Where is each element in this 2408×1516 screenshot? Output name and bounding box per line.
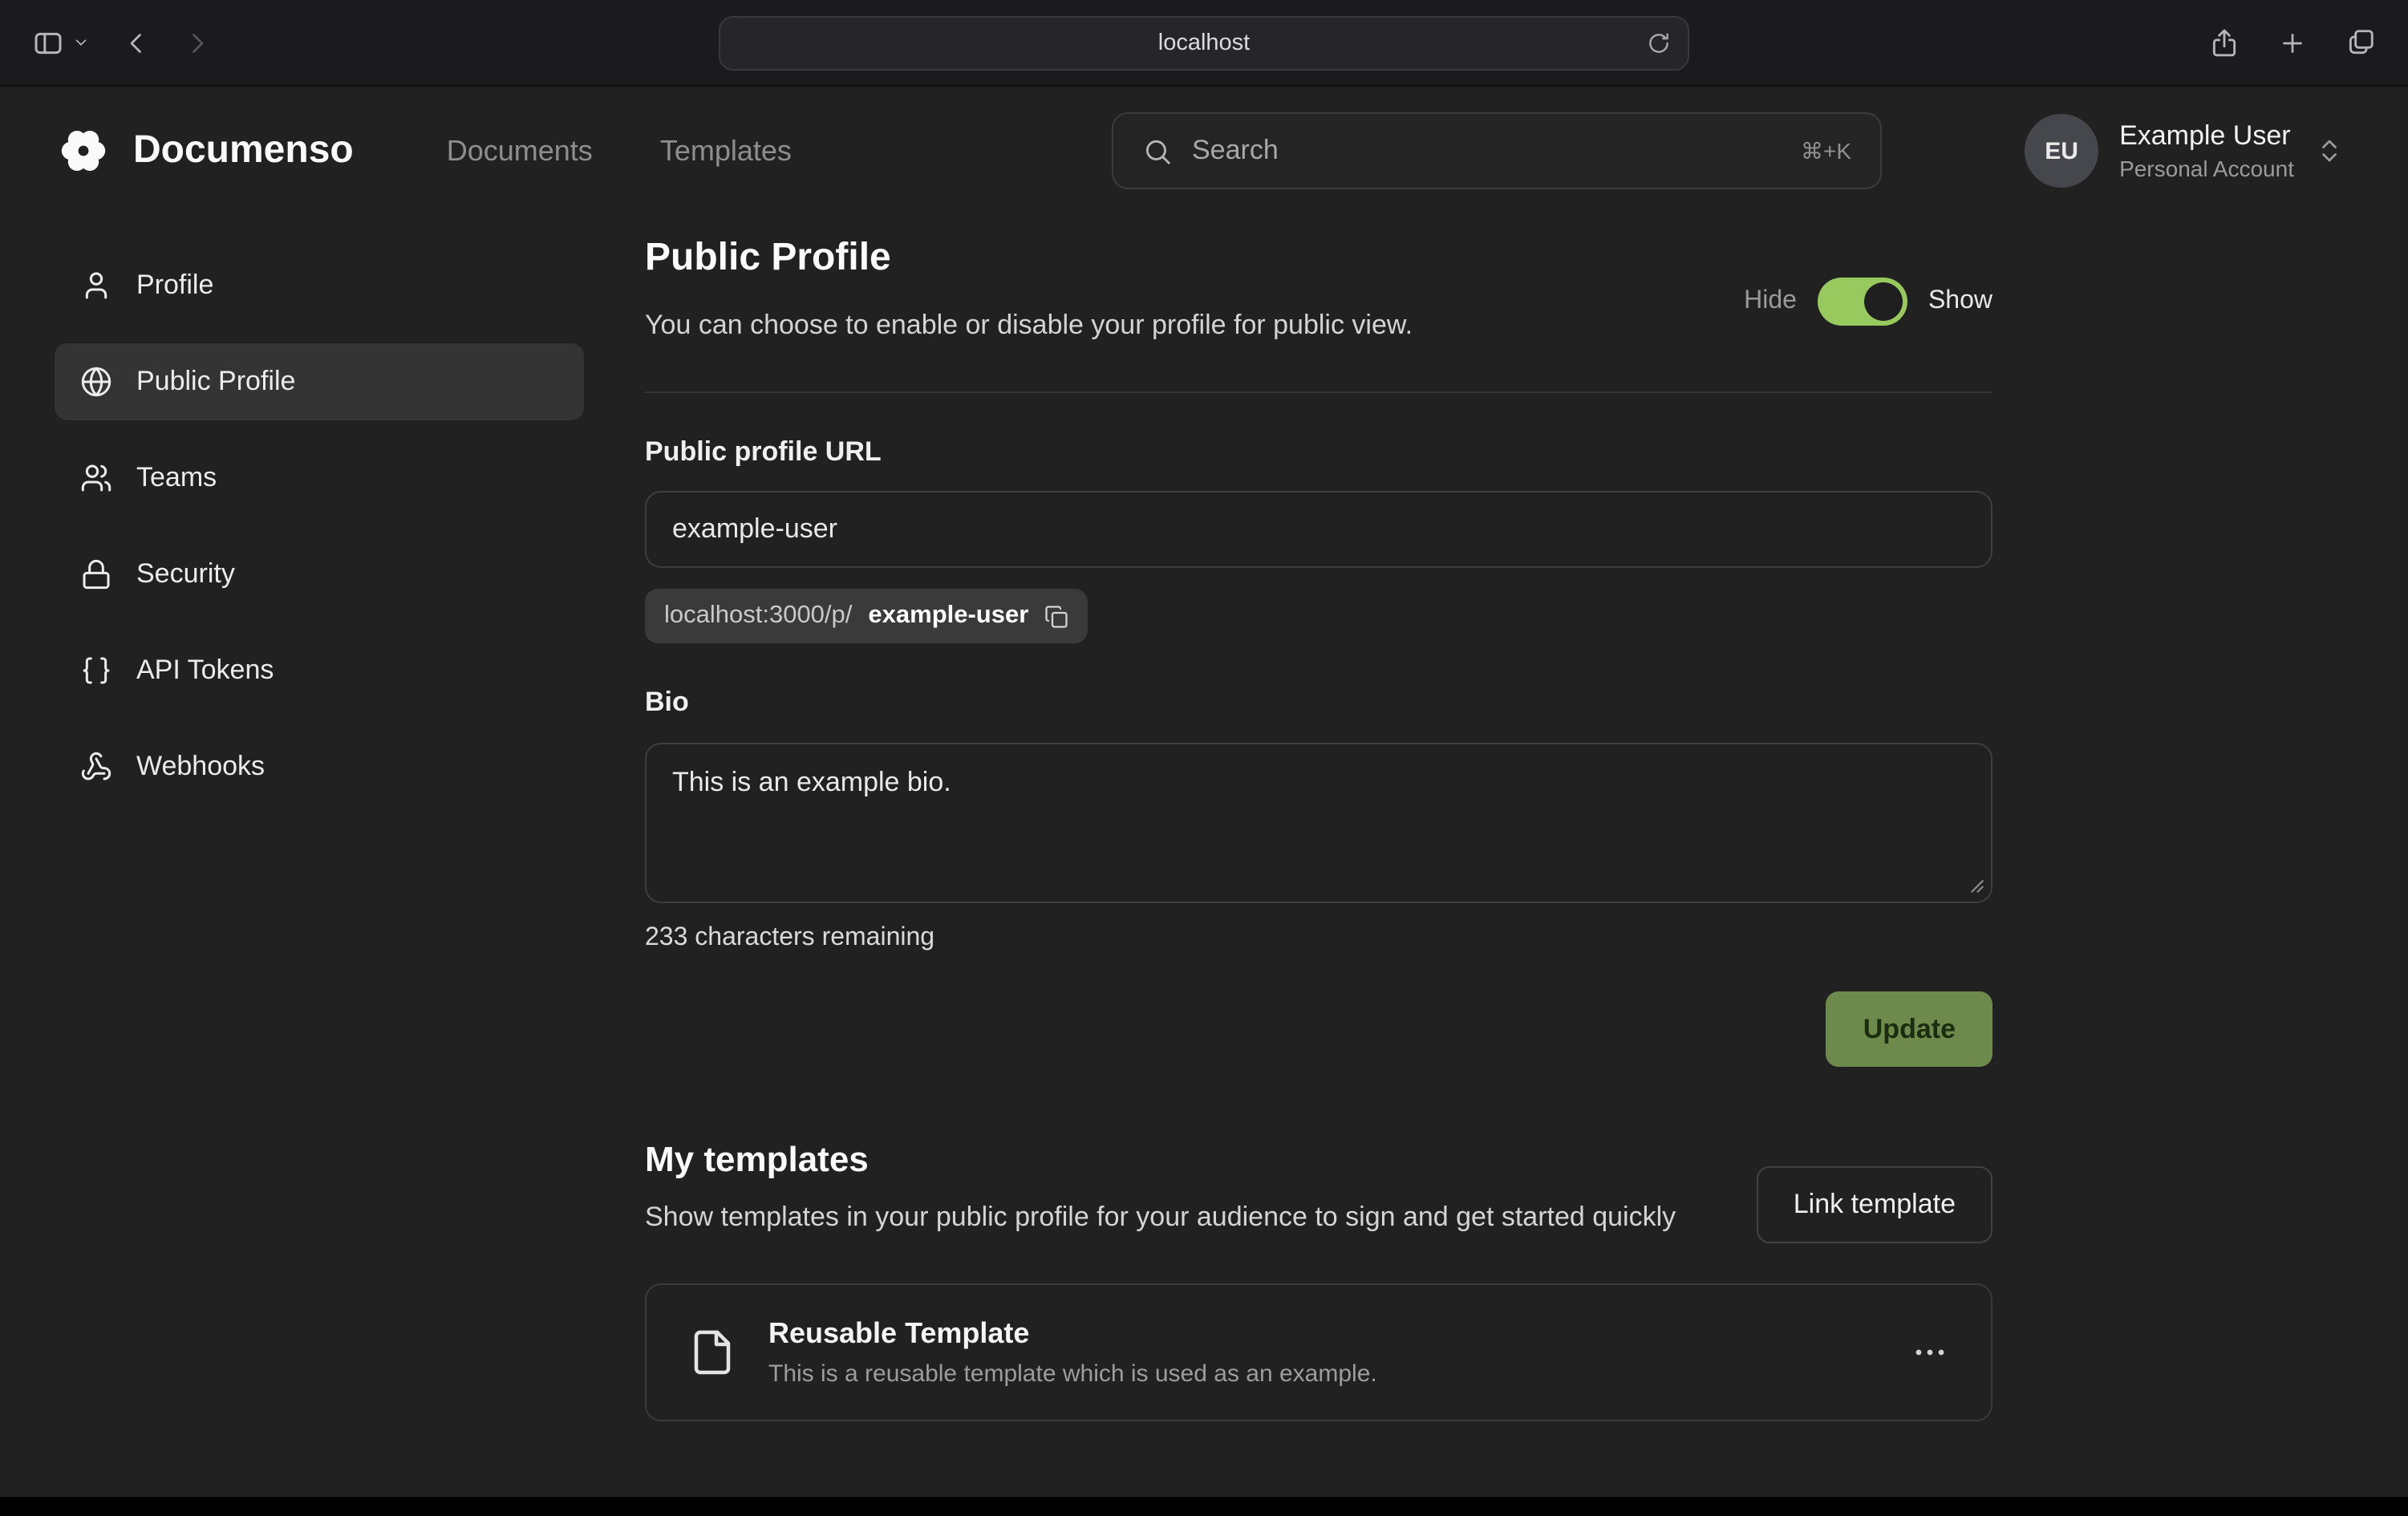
sidebar-item-public-profile[interactable]: Public Profile <box>55 343 584 420</box>
sidebar-item-profile[interactable]: Profile <box>55 247 584 324</box>
users-icon <box>80 462 112 494</box>
documenso-logo-icon <box>55 122 112 180</box>
share-icon[interactable] <box>2209 27 2240 58</box>
sidebar-item-label: Public Profile <box>136 366 295 398</box>
reload-icon[interactable] <box>1646 30 1672 56</box>
settings-sidebar: Profile Public Profile Teams Security AP… <box>55 247 584 805</box>
profile-visibility-toggle[interactable] <box>1818 278 1907 326</box>
user-account-type: Personal Account <box>2119 154 2294 183</box>
sidebar-item-label: Webhooks <box>136 751 265 783</box>
new-tab-icon[interactable] <box>2278 28 2307 57</box>
sidebar-item-teams[interactable]: Teams <box>55 440 584 517</box>
braces-icon <box>80 655 112 687</box>
back-button[interactable] <box>122 28 151 57</box>
sidebar-item-api-tokens[interactable]: API Tokens <box>55 632 584 709</box>
show-label: Show <box>1928 287 1992 316</box>
template-options-button[interactable] <box>1911 1333 1949 1372</box>
user-icon <box>80 270 112 302</box>
nav-templates[interactable]: Templates <box>660 134 792 168</box>
profile-url-prefix: localhost:3000/p/ <box>664 602 852 630</box>
webhook-icon <box>80 751 112 783</box>
search-icon <box>1142 136 1173 166</box>
public-profile-url-input[interactable] <box>645 491 1992 568</box>
profile-visibility-control: Hide Show <box>1744 278 1992 326</box>
template-name: Reusable Template <box>768 1315 1377 1352</box>
chevron-updown-icon <box>2315 136 2344 165</box>
brand-name: Documenso <box>133 128 354 173</box>
copy-icon[interactable] <box>1044 604 1068 628</box>
address-bar[interactable]: localhost <box>719 16 1689 71</box>
user-menu[interactable]: EU Example User Personal Account <box>2025 114 2344 188</box>
profile-url-slug: example-user <box>868 602 1028 630</box>
bio-textarea[interactable]: This is an example bio. <box>645 743 1992 903</box>
avatar: EU <box>2025 114 2098 188</box>
search-shortcut: ⌘+K <box>1801 137 1851 164</box>
main-nav: Documents Templates <box>447 134 792 168</box>
hide-label: Hide <box>1744 287 1797 316</box>
url-field-label: Public profile URL <box>645 435 1992 470</box>
lock-icon <box>80 558 112 590</box>
page-title: Public Profile <box>645 234 1992 282</box>
sidebar-item-label: Security <box>136 558 235 590</box>
sidebar-toggle-icon[interactable] <box>32 26 64 59</box>
templates-description: Show templates in your public profile fo… <box>645 1197 1752 1238</box>
app-header: Documenso Documents Templates ⌘+K EU Exa… <box>0 87 2408 215</box>
nav-documents[interactable]: Documents <box>447 134 593 168</box>
avatar-initials: EU <box>2045 137 2078 164</box>
address-bar-url: localhost <box>1158 30 1250 56</box>
file-icon <box>688 1328 736 1376</box>
sidebar-item-label: Teams <box>136 462 217 494</box>
sidebar-item-label: API Tokens <box>136 655 274 687</box>
brand-logo[interactable]: Documenso <box>55 122 354 180</box>
chevron-down-icon[interactable] <box>72 34 90 51</box>
my-templates-section: My templates Show templates in your publ… <box>645 1137 1992 1238</box>
link-template-button[interactable]: Link template <box>1757 1166 1992 1243</box>
bio-field-label: Bio <box>645 685 1992 720</box>
update-button[interactable]: Update <box>1826 991 1992 1067</box>
window-bottom-strip <box>0 1497 2408 1516</box>
resize-handle[interactable] <box>1968 878 1986 895</box>
section-divider <box>645 391 1992 393</box>
toggle-knob <box>1864 282 1903 321</box>
main-content: Public Profile You can choose to enable … <box>645 215 1992 1421</box>
template-row: Reusable Template This is a reusable tem… <box>645 1283 1992 1421</box>
sidebar-item-label: Profile <box>136 270 213 302</box>
browser-window: localhost <box>0 0 2408 1516</box>
browser-chrome: localhost <box>0 0 2408 87</box>
forward-button[interactable] <box>183 28 212 57</box>
profile-url-copy-chip[interactable]: localhost:3000/p/example-user <box>645 589 1088 643</box>
sidebar-item-webhooks[interactable]: Webhooks <box>55 728 584 805</box>
tab-overview-icon[interactable] <box>2345 27 2376 58</box>
sidebar-item-security[interactable]: Security <box>55 536 584 613</box>
search-input[interactable] <box>1192 135 1782 167</box>
search-bar[interactable]: ⌘+K <box>1112 112 1882 189</box>
user-name: Example User <box>2119 119 2294 154</box>
template-description: This is a reusable template which is use… <box>768 1358 1377 1390</box>
globe-icon <box>80 366 112 398</box>
characters-remaining: 233 characters remaining <box>645 924 1992 953</box>
